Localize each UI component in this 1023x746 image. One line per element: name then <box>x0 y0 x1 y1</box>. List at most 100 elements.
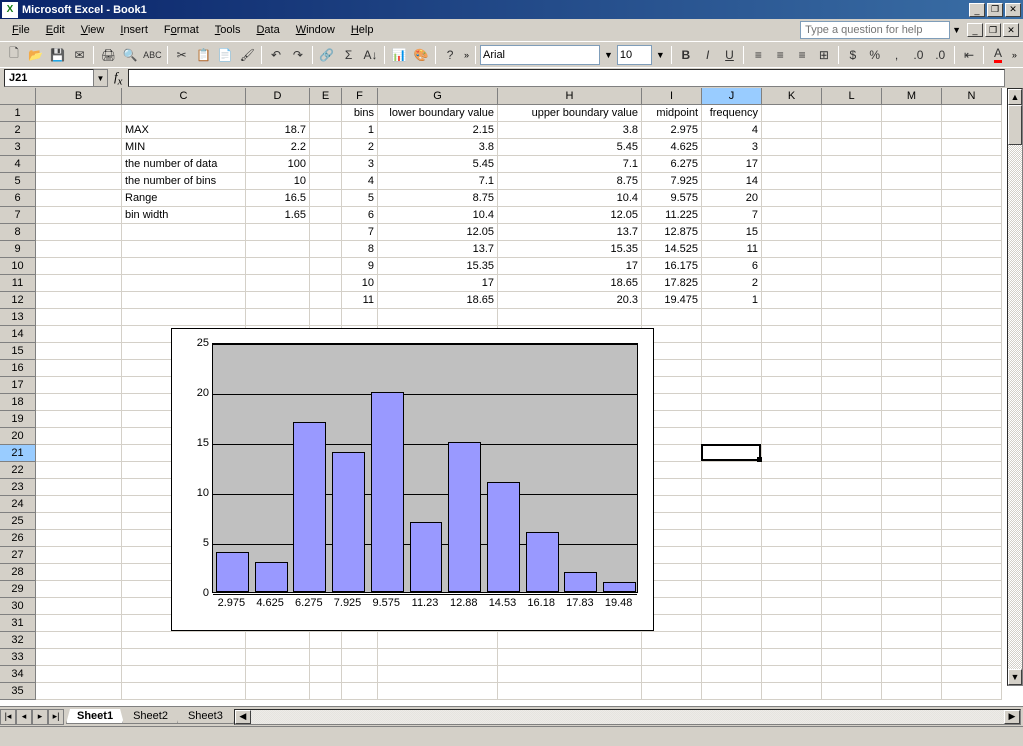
cell-G1[interactable]: lower boundary value <box>378 105 498 122</box>
cell-I10[interactable]: 16.175 <box>642 258 702 275</box>
cell-K8[interactable] <box>762 224 822 241</box>
cell-K25[interactable] <box>762 513 822 530</box>
cell-I11[interactable]: 17.825 <box>642 275 702 292</box>
cell-F32[interactable] <box>342 632 378 649</box>
cell-E13[interactable] <box>310 309 342 326</box>
cell-M29[interactable] <box>882 581 942 598</box>
cell-L13[interactable] <box>822 309 882 326</box>
undo-button[interactable]: ↶ <box>266 44 286 66</box>
cell-B25[interactable] <box>36 513 122 530</box>
cell-K18[interactable] <box>762 394 822 411</box>
cell-M13[interactable] <box>882 309 942 326</box>
cell-B31[interactable] <box>36 615 122 632</box>
cell-J21[interactable] <box>702 445 762 462</box>
col-header-C[interactable]: C <box>122 88 246 105</box>
format-painter-button[interactable]: 🖌 <box>237 44 257 66</box>
tab-nav-next-button[interactable]: ▸ <box>32 709 48 725</box>
cell-C34[interactable] <box>122 666 246 683</box>
scroll-down-button[interactable]: ▼ <box>1008 669 1022 685</box>
col-header-H[interactable]: H <box>498 88 642 105</box>
cell-M7[interactable] <box>882 207 942 224</box>
cell-M22[interactable] <box>882 462 942 479</box>
cell-L1[interactable] <box>822 105 882 122</box>
cell-L23[interactable] <box>822 479 882 496</box>
cell-J14[interactable] <box>702 326 762 343</box>
doc-close-button[interactable]: ✕ <box>1003 23 1019 37</box>
cell-K13[interactable] <box>762 309 822 326</box>
cell-L29[interactable] <box>822 581 882 598</box>
row-header-13[interactable]: 13 <box>0 309 36 326</box>
row-header-9[interactable]: 9 <box>0 241 36 258</box>
row-header-34[interactable]: 34 <box>0 666 36 683</box>
cell-N12[interactable] <box>942 292 1002 309</box>
cell-B35[interactable] <box>36 683 122 700</box>
cell-E9[interactable] <box>310 241 342 258</box>
cell-G4[interactable]: 5.45 <box>378 156 498 173</box>
cell-K35[interactable] <box>762 683 822 700</box>
cell-L14[interactable] <box>822 326 882 343</box>
cell-J5[interactable]: 14 <box>702 173 762 190</box>
row-header-18[interactable]: 18 <box>0 394 36 411</box>
cell-G6[interactable]: 8.75 <box>378 190 498 207</box>
tab-nav-prev-button[interactable]: ◂ <box>16 709 32 725</box>
cell-M3[interactable] <box>882 139 942 156</box>
cell-H11[interactable]: 18.65 <box>498 275 642 292</box>
cell-D1[interactable] <box>246 105 310 122</box>
cell-J1[interactable]: frequency <box>702 105 762 122</box>
row-header-15[interactable]: 15 <box>0 343 36 360</box>
row-header-27[interactable]: 27 <box>0 547 36 564</box>
cell-J25[interactable] <box>702 513 762 530</box>
row-header-7[interactable]: 7 <box>0 207 36 224</box>
cell-B18[interactable] <box>36 394 122 411</box>
cell-G32[interactable] <box>378 632 498 649</box>
row-header-14[interactable]: 14 <box>0 326 36 343</box>
cell-N35[interactable] <box>942 683 1002 700</box>
row-header-21[interactable]: 21 <box>0 445 36 462</box>
fx-icon[interactable]: fx <box>114 69 122 88</box>
cell-M1[interactable] <box>882 105 942 122</box>
cell-B4[interactable] <box>36 156 122 173</box>
cell-L8[interactable] <box>822 224 882 241</box>
cell-K11[interactable] <box>762 275 822 292</box>
cell-J17[interactable] <box>702 377 762 394</box>
name-box[interactable]: J21 <box>4 69 94 87</box>
cell-E1[interactable] <box>310 105 342 122</box>
cell-K20[interactable] <box>762 428 822 445</box>
cell-E35[interactable] <box>310 683 342 700</box>
cell-M24[interactable] <box>882 496 942 513</box>
cell-N24[interactable] <box>942 496 1002 513</box>
cell-J31[interactable] <box>702 615 762 632</box>
row-header-28[interactable]: 28 <box>0 564 36 581</box>
cell-I9[interactable]: 14.525 <box>642 241 702 258</box>
cell-M2[interactable] <box>882 122 942 139</box>
cell-F10[interactable]: 9 <box>342 258 378 275</box>
cell-G33[interactable] <box>378 649 498 666</box>
row-header-23[interactable]: 23 <box>0 479 36 496</box>
cell-N3[interactable] <box>942 139 1002 156</box>
cell-F1[interactable]: bins <box>342 105 378 122</box>
cell-L16[interactable] <box>822 360 882 377</box>
cell-F34[interactable] <box>342 666 378 683</box>
cell-L2[interactable] <box>822 122 882 139</box>
cell-J7[interactable]: 7 <box>702 207 762 224</box>
cell-L30[interactable] <box>822 598 882 615</box>
cell-L25[interactable] <box>822 513 882 530</box>
cell-N7[interactable] <box>942 207 1002 224</box>
doc-minimize-button[interactable]: _ <box>967 23 983 37</box>
cell-M35[interactable] <box>882 683 942 700</box>
cell-J3[interactable]: 3 <box>702 139 762 156</box>
cell-H12[interactable]: 20.3 <box>498 292 642 309</box>
cell-N20[interactable] <box>942 428 1002 445</box>
cell-N8[interactable] <box>942 224 1002 241</box>
cell-M19[interactable] <box>882 411 942 428</box>
cell-D7[interactable]: 1.65 <box>246 207 310 224</box>
col-header-D[interactable]: D <box>246 88 310 105</box>
cell-K22[interactable] <box>762 462 822 479</box>
copy-button[interactable]: 📋 <box>194 44 214 66</box>
cell-N4[interactable] <box>942 156 1002 173</box>
menu-window[interactable]: Window <box>288 22 343 38</box>
cell-I5[interactable]: 7.925 <box>642 173 702 190</box>
row-header-6[interactable]: 6 <box>0 190 36 207</box>
cell-B34[interactable] <box>36 666 122 683</box>
cell-N5[interactable] <box>942 173 1002 190</box>
